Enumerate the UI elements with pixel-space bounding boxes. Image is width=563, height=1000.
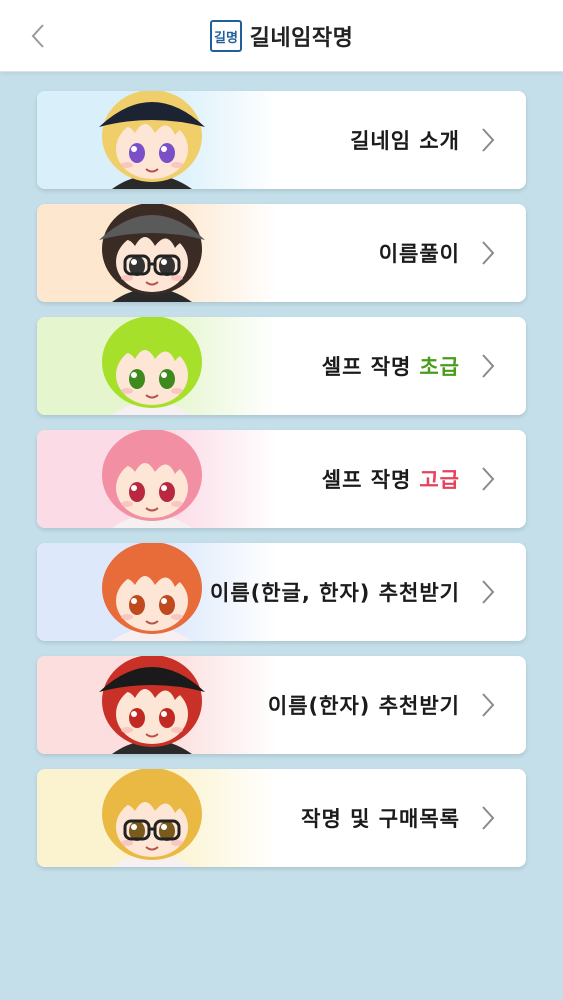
chevron-right-icon	[482, 693, 495, 717]
character-avatar-icon	[102, 430, 202, 528]
chevron-right-icon	[482, 354, 495, 378]
menu-card-label-text: 길네임 소개	[350, 129, 460, 153]
top-app-bar: 길명 길네임작명	[0, 0, 563, 72]
menu-card[interactable]: 길네임 소개	[37, 91, 526, 189]
character-avatar-icon	[99, 204, 205, 302]
menu-card-label: 길네임 소개	[350, 91, 460, 189]
menu-card[interactable]: 이름(한자) 추천받기	[37, 656, 526, 754]
chevron-right-icon	[482, 580, 495, 604]
menu-card[interactable]: 이름(한글, 한자) 추천받기	[37, 543, 526, 641]
menu-card[interactable]: 셀프 작명 고급	[37, 430, 526, 528]
chevron-right-icon	[482, 467, 495, 491]
character-avatar-icon	[99, 91, 205, 189]
menu-card-label-text: 이름풀이	[378, 242, 460, 266]
menu-card[interactable]: 이름풀이	[37, 204, 526, 302]
menu-card-label-text: 셀프 작명	[321, 468, 412, 492]
menu-card-label-text: 작명 및 구매목록	[301, 807, 460, 831]
menu-card-label: 작명 및 구매목록	[301, 769, 460, 867]
menu-card-label-text: 이름(한글, 한자) 추천받기	[210, 581, 460, 605]
menu-card[interactable]: 셀프 작명 초급	[37, 317, 526, 415]
app-logo-icon: 길명	[209, 20, 242, 52]
level-badge: 초급	[419, 355, 460, 379]
menu-card-label-text: 셀프 작명	[321, 355, 412, 379]
character-avatar-icon	[102, 317, 202, 415]
menu-list: 길네임 소개 이름풀이 셀프 작명 초급 셀프 작명 고급 이름(한글, 한자) 추천받기 이…	[37, 91, 526, 882]
menu-card-label: 이름(한자) 추천받기	[268, 656, 460, 754]
chevron-right-icon	[482, 128, 495, 152]
level-badge: 고급	[419, 468, 460, 492]
menu-card-label: 이름(한글, 한자) 추천받기	[210, 543, 460, 641]
menu-card-label: 이름풀이	[379, 204, 460, 302]
page-title: 길네임작명	[249, 26, 354, 51]
chevron-right-icon	[482, 806, 495, 830]
menu-card-label-text: 이름(한자) 추천받기	[267, 694, 460, 718]
chevron-right-icon	[482, 241, 495, 265]
character-avatar-icon	[102, 769, 202, 867]
svg-text:길명: 길명	[214, 30, 238, 46]
menu-card-label: 셀프 작명 고급	[322, 430, 460, 528]
character-avatar-icon	[99, 656, 205, 754]
menu-card[interactable]: 작명 및 구매목록	[37, 769, 526, 867]
menu-card-label: 셀프 작명 초급	[322, 317, 460, 415]
header-title-group: 길명 길네임작명	[0, 0, 563, 72]
